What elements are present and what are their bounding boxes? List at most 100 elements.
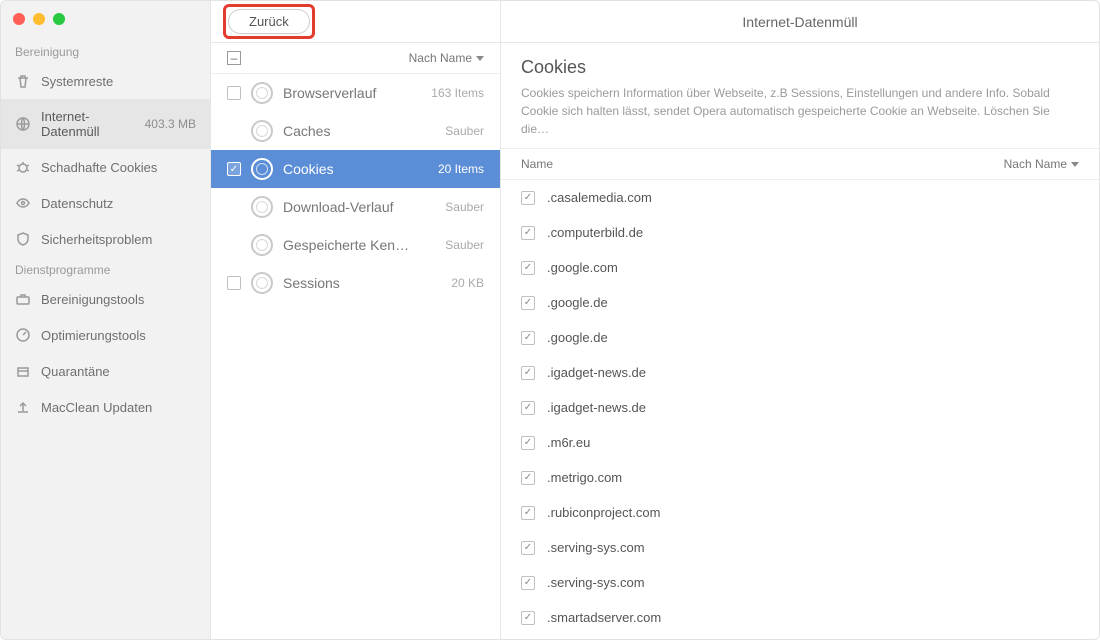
collapse-all-button[interactable]: – <box>227 51 241 65</box>
list-item[interactable]: .computerbild.de <box>501 215 1099 250</box>
chevron-down-icon <box>1071 162 1079 167</box>
toolbox-icon <box>15 291 31 307</box>
sidebar-item-internet[interactable]: Internet-Datenmüll403.3 MB <box>1 99 210 149</box>
category-label: Sessions <box>283 275 441 291</box>
detail-pane: Internet-Datenmüll Cookies Cookies speic… <box>501 1 1099 639</box>
list-item[interactable]: .google.de <box>501 320 1099 355</box>
detail-list[interactable]: .casalemedia.com .computerbild.de .google.… <box>501 180 1099 639</box>
list-item[interactable]: .google.de <box>501 285 1099 320</box>
close-icon[interactable] <box>13 13 25 25</box>
sidebar-item-optimize[interactable]: Optimierungstools <box>1 317 210 353</box>
category-checkbox[interactable] <box>227 162 241 176</box>
item-checkbox[interactable] <box>521 506 535 520</box>
item-label: .rubiconproject.com <box>547 505 660 520</box>
sidebar-section-title: Dienstprogramme <box>1 257 210 281</box>
sidebar-item-cookies[interactable]: Schadhafte Cookies <box>1 149 210 185</box>
browser-ring-icon <box>251 272 273 294</box>
list-item[interactable]: .serving-sys.com <box>501 565 1099 600</box>
globe-icon <box>15 116 31 132</box>
category-checkbox[interactable] <box>227 86 241 100</box>
sidebar-item-sicherheit[interactable]: Sicherheitsproblem <box>1 221 210 257</box>
category-label: Download-Verlauf <box>283 199 435 215</box>
item-label: .casalemedia.com <box>547 190 652 205</box>
column-name-label: Name <box>521 157 553 171</box>
back-button[interactable]: Zurück <box>228 9 310 34</box>
category-row[interactable]: Download-Verlauf Sauber <box>211 188 500 226</box>
eye-icon <box>15 195 31 211</box>
page-title: Internet-Datenmüll <box>501 1 1099 43</box>
detail-heading: Cookies <box>521 57 1079 78</box>
category-label: Cookies <box>283 161 428 177</box>
sidebar-item-label: Schadhafte Cookies <box>41 160 196 175</box>
item-checkbox[interactable] <box>521 471 535 485</box>
gauge-icon <box>15 327 31 343</box>
category-label: Gespeicherte Ken… <box>283 237 435 253</box>
list-item[interactable]: .casalemedia.com <box>501 180 1099 215</box>
category-meta: Sauber <box>445 124 484 138</box>
sidebar-item-quarantine[interactable]: Quarantäne <box>1 353 210 389</box>
browser-ring-icon <box>251 158 273 180</box>
list-item[interactable]: .serving-sys.com <box>501 530 1099 565</box>
category-label: Browserverlauf <box>283 85 421 101</box>
sidebar-item-label: Sicherheitsproblem <box>41 232 196 247</box>
sidebar-item-label: Optimierungstools <box>41 328 196 343</box>
list-item[interactable]: .smartadserver.com <box>501 600 1099 635</box>
category-sort-label: Nach Name <box>409 51 472 65</box>
item-label: .serving-sys.com <box>547 575 645 590</box>
item-checkbox[interactable] <box>521 401 535 415</box>
category-subheader: – Nach Name <box>211 43 500 74</box>
sidebar-item-meta: 403.3 MB <box>145 117 196 131</box>
category-label: Caches <box>283 123 435 139</box>
shield-icon <box>15 231 31 247</box>
list-item[interactable]: .metrigo.com <box>501 460 1099 495</box>
list-item[interactable]: .google.com <box>501 250 1099 285</box>
maximize-icon[interactable] <box>53 13 65 25</box>
detail-sort-dropdown[interactable]: Nach Name <box>1004 157 1079 171</box>
browser-ring-icon <box>251 196 273 218</box>
detail-header: Cookies Cookies speichern Information üb… <box>501 43 1099 149</box>
item-checkbox[interactable] <box>521 261 535 275</box>
sidebar-item-update[interactable]: MacClean Updaten <box>1 389 210 425</box>
app-window: BereinigungSystemresteInternet-Datenmüll… <box>0 0 1100 640</box>
category-meta: Sauber <box>445 200 484 214</box>
category-pane: Zurück – Nach Name Browserverlauf163 Ite… <box>211 1 501 639</box>
list-item[interactable]: .rubiconproject.com <box>501 495 1099 530</box>
item-checkbox[interactable] <box>521 191 535 205</box>
item-checkbox[interactable] <box>521 366 535 380</box>
category-row[interactable]: Browserverlauf163 Items <box>211 74 500 112</box>
upload-icon <box>15 399 31 415</box>
list-item[interactable]: .m6r.eu <box>501 425 1099 460</box>
item-label: .google.com <box>547 260 618 275</box>
category-row[interactable]: Cookies20 Items <box>211 150 500 188</box>
sidebar-item-tools[interactable]: Bereinigungstools <box>1 281 210 317</box>
chevron-down-icon <box>476 56 484 61</box>
category-toolbar: Zurück <box>211 1 500 43</box>
sidebar: BereinigungSystemresteInternet-Datenmüll… <box>1 1 211 639</box>
item-checkbox[interactable] <box>521 296 535 310</box>
sidebar-item-label: Bereinigungstools <box>41 292 196 307</box>
sidebar-section-title: Bereinigung <box>1 39 210 63</box>
category-checkbox[interactable] <box>227 276 241 290</box>
item-checkbox[interactable] <box>521 436 535 450</box>
detail-description: Cookies speichern Information über Webse… <box>521 84 1079 138</box>
item-label: .google.de <box>547 330 608 345</box>
minimize-icon[interactable] <box>33 13 45 25</box>
item-checkbox[interactable] <box>521 226 535 240</box>
detail-table-header: Name Nach Name <box>501 149 1099 180</box>
list-item[interactable]: .igadget-news.de <box>501 390 1099 425</box>
item-checkbox[interactable] <box>521 611 535 625</box>
category-row[interactable]: Caches Sauber <box>211 112 500 150</box>
item-label: .serving-sys.com <box>547 540 645 555</box>
category-sort-dropdown[interactable]: Nach Name <box>409 51 484 65</box>
sidebar-item-label: Quarantäne <box>41 364 196 379</box>
sidebar-item-datenschutz[interactable]: Datenschutz <box>1 185 210 221</box>
item-checkbox[interactable] <box>521 541 535 555</box>
category-row[interactable]: Gespeicherte Ken…Sauber <box>211 226 500 264</box>
list-item[interactable]: .igadget-news.de <box>501 355 1099 390</box>
item-checkbox[interactable] <box>521 576 535 590</box>
browser-ring-icon <box>251 82 273 104</box>
item-checkbox[interactable] <box>521 331 535 345</box>
browser-ring-icon <box>251 234 273 256</box>
category-row[interactable]: Sessions20 KB <box>211 264 500 302</box>
sidebar-item-systemreste[interactable]: Systemreste <box>1 63 210 99</box>
